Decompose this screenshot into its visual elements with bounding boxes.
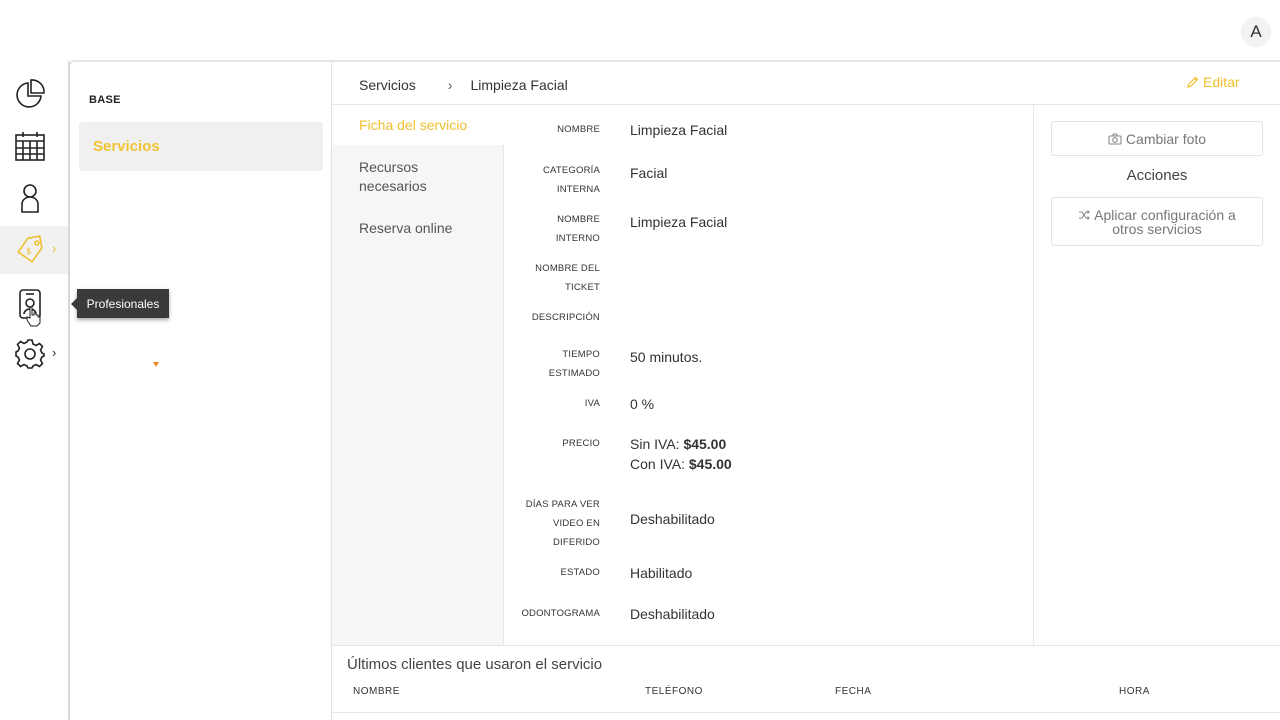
breadcrumb-current: Limpieza Facial: [470, 77, 568, 93]
field-label: IVA: [584, 398, 600, 409]
change-photo-label: Cambiar foto: [1125, 130, 1207, 147]
price-tag-icon: $: [17, 235, 43, 263]
edit-button[interactable]: Editar: [1187, 74, 1240, 90]
tab-reserva-online[interactable]: Reserva online: [332, 219, 504, 238]
field-value: Deshabilitado: [630, 511, 715, 527]
tab-recursos-necesarios[interactable]: Recursos necesarios: [332, 158, 462, 196]
main-panel: Servicios › Limpieza Facial Editar Ficha…: [332, 60, 1280, 720]
sidebar-section-title: BASE: [89, 94, 121, 106]
field-label-line: CATEGORÍA: [542, 165, 600, 176]
change-photo-button[interactable]: Cambiar foto: [1051, 121, 1263, 156]
column-header-telefono[interactable]: TELÉFONO: [645, 686, 703, 697]
field-value: 0 %: [630, 396, 655, 412]
icon-rail: $ › ›: [0, 62, 68, 720]
service-tabs: Ficha del servicio Recursos necesarios R…: [332, 105, 512, 645]
field-label-line: TICKET: [565, 282, 600, 293]
breadcrumb: Servicios › Limpieza Facial: [359, 77, 568, 93]
rail-item-services[interactable]: $ ›: [0, 226, 68, 274]
tab-ficha-del-servicio[interactable]: Ficha del servicio: [332, 105, 512, 145]
service-detail: NOMBRE Limpieza Facial CATEGORÍA INTERNA…: [504, 105, 1034, 645]
price-amount: $45.00: [683, 436, 727, 452]
gear-icon: [15, 339, 45, 369]
field-label: NOMBRE DEL TICKET: [504, 259, 600, 297]
field-label-line: DIFERIDO: [553, 537, 600, 548]
secondary-sidebar: BASE Servicios: [68, 60, 332, 720]
field-label: DÍAS PARA VER VIDEO EN DIFERIDO: [504, 495, 600, 552]
field-label-line: ESTIMADO: [548, 368, 600, 379]
rail-item-dashboard[interactable]: [0, 70, 68, 118]
price-amount: $45.00: [688, 456, 732, 472]
apply-config-label-2: otros servicios: [1112, 220, 1202, 237]
actions-title: Acciones: [1126, 167, 1188, 184]
price-without-tax: Sin IVA: $45.00: [630, 434, 732, 454]
clients-title: Últimos clientes que usaron el servicio: [347, 656, 603, 673]
price-prefix: Sin IVA:: [630, 436, 680, 452]
price-with-tax: Con IVA: $45.00: [630, 454, 732, 474]
field-value: Facial: [630, 165, 668, 181]
svg-text:$: $: [26, 247, 32, 257]
field-label: ESTADO: [560, 567, 600, 578]
field-value: Limpieza Facial: [630, 214, 728, 230]
price-prefix: Con IVA:: [630, 456, 685, 472]
apply-config-button[interactable]: Aplicar configuración a otros servicios: [1051, 197, 1263, 246]
field-label-line: TIEMPO: [562, 349, 600, 360]
field-label: TIEMPO ESTIMADO: [504, 345, 600, 383]
breadcrumb-root[interactable]: Servicios: [359, 77, 416, 93]
app-root: A $ › › BASE Servicios Profesionales Ser…: [0, 0, 1280, 720]
rail-item-clients[interactable]: [0, 174, 68, 222]
field-label: ODONTOGRAMA: [521, 608, 600, 619]
shuffle-icon: [1079, 209, 1090, 220]
chevron-right-icon: ›: [52, 241, 57, 256]
rail-item-settings[interactable]: ›: [0, 330, 68, 378]
calendar-icon: [15, 132, 45, 161]
rail-tooltip: Profesionales: [71, 289, 169, 318]
field-label-line: INTERNO: [555, 233, 600, 244]
edit-label: Editar: [1203, 74, 1240, 90]
mouse-hand-cursor-icon: [26, 306, 41, 327]
camera-icon: [1108, 132, 1122, 145]
field-label: PRECIO: [562, 438, 600, 449]
apply-config-line-1: Aplicar configuración a: [1078, 208, 1236, 222]
field-label: NOMBRE: [557, 124, 600, 135]
actions-panel: Cambiar foto Acciones Aplicar configurac…: [1035, 105, 1280, 645]
field-value: Deshabilitado: [630, 606, 715, 622]
field-label-line: DÍAS PARA VER: [525, 499, 600, 510]
loading-indicator: [153, 362, 159, 367]
column-header-hora[interactable]: HORA: [1119, 686, 1150, 697]
column-header-fecha[interactable]: FECHA: [835, 686, 871, 697]
field-label: NOMBRE INTERNO: [504, 210, 600, 248]
chevron-right-icon: ›: [52, 345, 57, 360]
rail-item-calendar[interactable]: [0, 122, 68, 170]
field-value: 50 minutos.: [630, 349, 703, 365]
field-value: Sin IVA: $45.00 Con IVA: $45.00: [630, 434, 732, 474]
apply-config-label-1: Aplicar configuración a: [1094, 206, 1236, 223]
field-label: DESCRIPCIÓN: [531, 312, 600, 323]
field-label-line: INTERNA: [556, 184, 600, 195]
breadcrumb-separator: ›: [447, 77, 453, 93]
field-label-line: NOMBRE: [557, 214, 600, 225]
field-value: Limpieza Facial: [630, 122, 728, 138]
field-label-line: VIDEO EN: [553, 518, 600, 529]
field-value: Habilitado: [630, 565, 693, 581]
user-icon: [21, 184, 39, 213]
user-avatar[interactable]: A: [1241, 17, 1271, 47]
column-header-nombre[interactable]: NOMBRE: [353, 686, 400, 697]
sidebar-item-servicios[interactable]: Servicios: [79, 122, 323, 171]
field-label-line: NOMBRE DEL: [535, 263, 600, 274]
table-header-divider: [332, 712, 1280, 713]
field-label: CATEGORÍA INTERNA: [504, 161, 600, 199]
clients-divider: [332, 645, 1280, 646]
pie-chart-icon: [16, 79, 45, 108]
pencil-icon: [1187, 76, 1199, 88]
